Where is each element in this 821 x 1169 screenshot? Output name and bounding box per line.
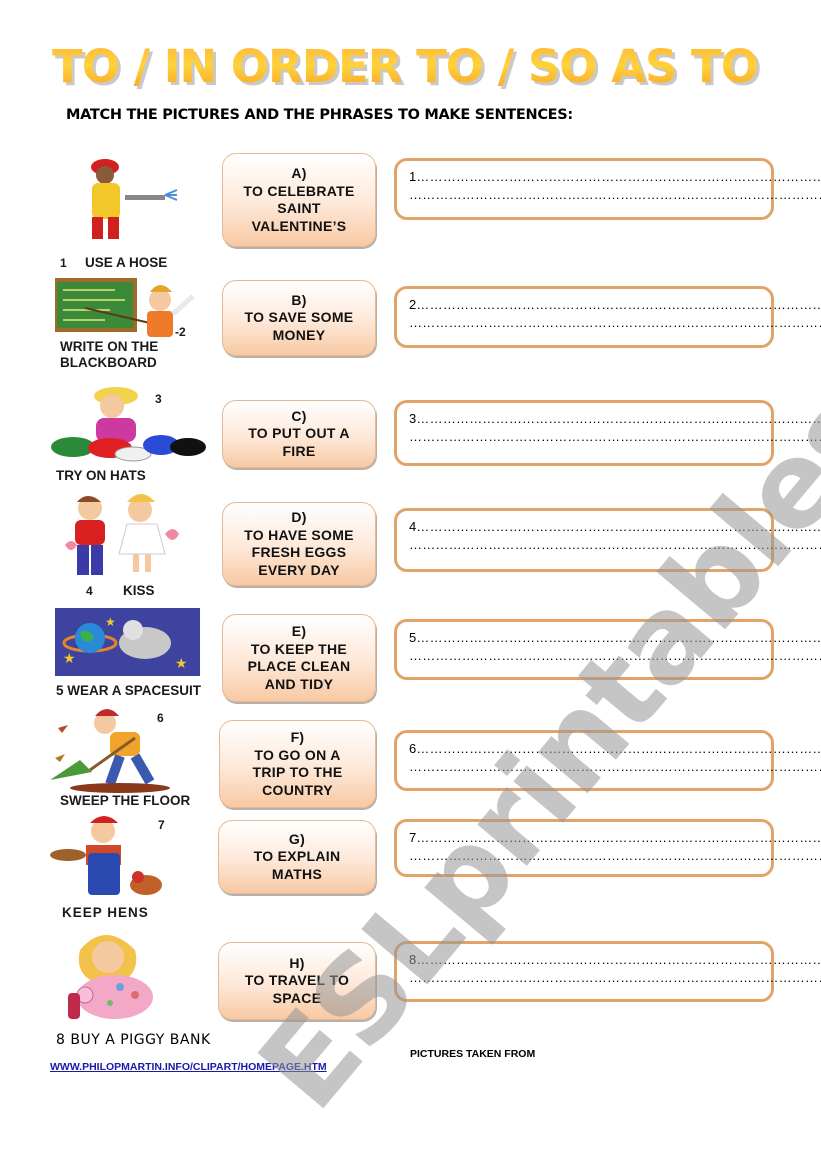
answer-box-7[interactable]: 7…………………………………………………………………………………… ………………… bbox=[394, 819, 821, 877]
phrase-card-a: A) TO CELEBRATE SAINT VALENTINE’S bbox=[222, 153, 376, 247]
phrase-letter: H) bbox=[289, 954, 305, 971]
answer-box-2[interactable]: 2………………………………………………………………………………………. …………… bbox=[394, 286, 821, 348]
phrase-line: TO PUT OUT A bbox=[248, 425, 350, 442]
phrase-line: SPACE bbox=[272, 989, 322, 1006]
answer-line-2[interactable]: ……………………………………………………………………………………… bbox=[409, 429, 821, 444]
phrase-line: TO CELEBRATE bbox=[243, 182, 355, 199]
svg-text:★: ★ bbox=[175, 655, 188, 671]
answer-line-2[interactable]: ……………………………………………………………………………………… bbox=[409, 537, 821, 552]
phrase-letter: B) bbox=[291, 291, 307, 308]
instruction-text: MATCH THE PICTURES AND THE PHRASES TO MA… bbox=[66, 107, 573, 123]
phrase-line: AND TIDY bbox=[264, 675, 334, 692]
answer-line-1[interactable]: 7…………………………………………………………………………………… bbox=[409, 830, 821, 845]
phrase-letter: D) bbox=[291, 509, 307, 525]
picture-number-4: 4 bbox=[86, 584, 93, 598]
answer-box-6[interactable]: 6…………………………………………………………………………………… ………………… bbox=[394, 730, 821, 791]
answer-box-8[interactable]: 8…………………………………………………………………………………… ………………… bbox=[394, 941, 821, 1002]
phrase-line: TO KEEP THE bbox=[250, 640, 348, 657]
phrase-card-g: G) TO EXPLAIN MATHS bbox=[218, 820, 376, 894]
phrase-line: FIRE bbox=[282, 442, 316, 459]
phrase-card-b: B) TO SAVE SOME MONEY bbox=[222, 280, 376, 356]
phrase-line: TRIP TO THE bbox=[252, 764, 343, 780]
answer-line-1[interactable]: 4………………………………………………………………………………………. bbox=[409, 519, 821, 534]
picture-label-1: USE A HOSE bbox=[85, 255, 168, 270]
answer-box-1[interactable]: 1………………………………………………………………………………………. …………… bbox=[394, 158, 821, 220]
phrase-line: EVERY DAY bbox=[258, 561, 340, 578]
picture-number-7: 7 bbox=[158, 818, 165, 832]
astronaut-icon: ★ ★ ★ bbox=[55, 608, 200, 676]
picture-number-2: -2 bbox=[175, 325, 186, 339]
phrase-card-c: C) TO PUT OUT A FIRE bbox=[222, 400, 376, 468]
phrase-line: TO TRAVEL TO bbox=[244, 972, 350, 989]
phrase-card-e: E) TO KEEP THE PLACE CLEAN AND TIDY bbox=[222, 614, 376, 702]
phrase-card-d: D) TO HAVE SOME FRESH EGGS EVERY DAY bbox=[222, 502, 376, 586]
phrase-line: TO GO ON A bbox=[254, 746, 341, 763]
phrase-line: TO SAVE SOME bbox=[244, 309, 354, 326]
phrase-card-f: F) TO GO ON A TRIP TO THE COUNTRY bbox=[219, 720, 376, 808]
answer-line-1[interactable]: 5…………………………………………………………………………………… bbox=[409, 630, 821, 645]
phrase-line: SAINT bbox=[277, 200, 321, 216]
firefighter-icon bbox=[70, 155, 185, 250]
answer-line-2[interactable]: ……………………………………………………………………………………… bbox=[409, 848, 821, 863]
sweeping-boy-icon bbox=[50, 708, 185, 793]
phrase-letter: A) bbox=[291, 165, 307, 181]
picture-label-7: KEEP HENS bbox=[62, 905, 149, 920]
page-title: TO / IN ORDER TO / SO AS TO bbox=[52, 40, 772, 96]
answer-line-2[interactable]: ……………………………………………………………………………………… bbox=[409, 759, 821, 774]
phrase-line: PLACE CLEAN bbox=[247, 658, 351, 674]
svg-text:★: ★ bbox=[105, 615, 116, 629]
phrase-letter: F) bbox=[290, 729, 305, 745]
phrase-letter: G) bbox=[288, 830, 306, 847]
answer-line-1[interactable]: 1………………………………………………………………………………………. bbox=[409, 169, 821, 184]
svg-text:★: ★ bbox=[63, 650, 76, 666]
answer-box-5[interactable]: 5…………………………………………………………………………………… ………………… bbox=[394, 619, 821, 680]
answer-line-1[interactable]: 6…………………………………………………………………………………… bbox=[409, 741, 821, 756]
phrase-line: VALENTINE’S bbox=[251, 217, 347, 234]
phrase-line: MONEY bbox=[272, 326, 326, 343]
answer-line-1[interactable]: 2………………………………………………………………………………………. bbox=[409, 297, 821, 312]
answer-line-1[interactable]: 3…………………………………………………………………………………… bbox=[409, 411, 821, 426]
answer-line-2[interactable]: ……………………………………………………………………………………… bbox=[409, 648, 821, 663]
phrase-line: TO HAVE SOME bbox=[244, 526, 354, 543]
picture-label-2-line2: BLACKBOARD bbox=[60, 355, 157, 370]
phrase-letter: C) bbox=[291, 407, 307, 424]
picture-number-3: 3 bbox=[155, 392, 162, 406]
answer-line-1[interactable]: 8…………………………………………………………………………………… bbox=[409, 952, 821, 967]
picture-label-2-line1: WRITE ON THE bbox=[60, 339, 159, 354]
boy-hats-icon bbox=[48, 382, 208, 464]
kissing-kids-icon bbox=[55, 490, 190, 582]
picture-label-8: 8 BUY A PIGGY BANK bbox=[56, 1032, 211, 1048]
picture-number-1: 1 bbox=[60, 256, 67, 270]
credit-text: PICTURES TAKEN FROM bbox=[410, 1048, 536, 1060]
phrase-line: TO EXPLAIN bbox=[253, 848, 341, 865]
phrase-card-h: H) TO TRAVEL TO SPACE bbox=[218, 942, 376, 1020]
answer-box-4[interactable]: 4………………………………………………………………………………………. …………… bbox=[394, 508, 821, 572]
phrase-letter: E) bbox=[291, 623, 307, 639]
source-link[interactable]: WWW.PHILOPMARTIN.INFO/CLIPART/HOMEPAGE.H… bbox=[50, 1061, 327, 1073]
phrase-line: FRESH EGGS bbox=[251, 544, 347, 560]
answer-box-3[interactable]: 3…………………………………………………………………………………… ………………… bbox=[394, 400, 821, 466]
picture-label-6: SWEEP THE FLOOR bbox=[60, 793, 191, 808]
piggy-bank-icon bbox=[60, 925, 165, 1025]
answer-line-2[interactable]: ……………………………………………………………………………………… bbox=[409, 187, 821, 202]
picture-label-5: 5 WEAR A SPACESUIT bbox=[56, 683, 202, 698]
picture-number-6: 6 bbox=[157, 711, 164, 725]
picture-label-4: KISS bbox=[123, 583, 155, 598]
phrase-line: COUNTRY bbox=[262, 781, 333, 798]
phrase-line: MATHS bbox=[271, 865, 323, 882]
answer-line-2[interactable]: ……………………………………………………………………………………… bbox=[409, 970, 821, 985]
answer-line-2[interactable]: ……………………………………………………………………………………… bbox=[409, 315, 821, 330]
picture-label-3: TRY ON HATS bbox=[56, 468, 146, 483]
